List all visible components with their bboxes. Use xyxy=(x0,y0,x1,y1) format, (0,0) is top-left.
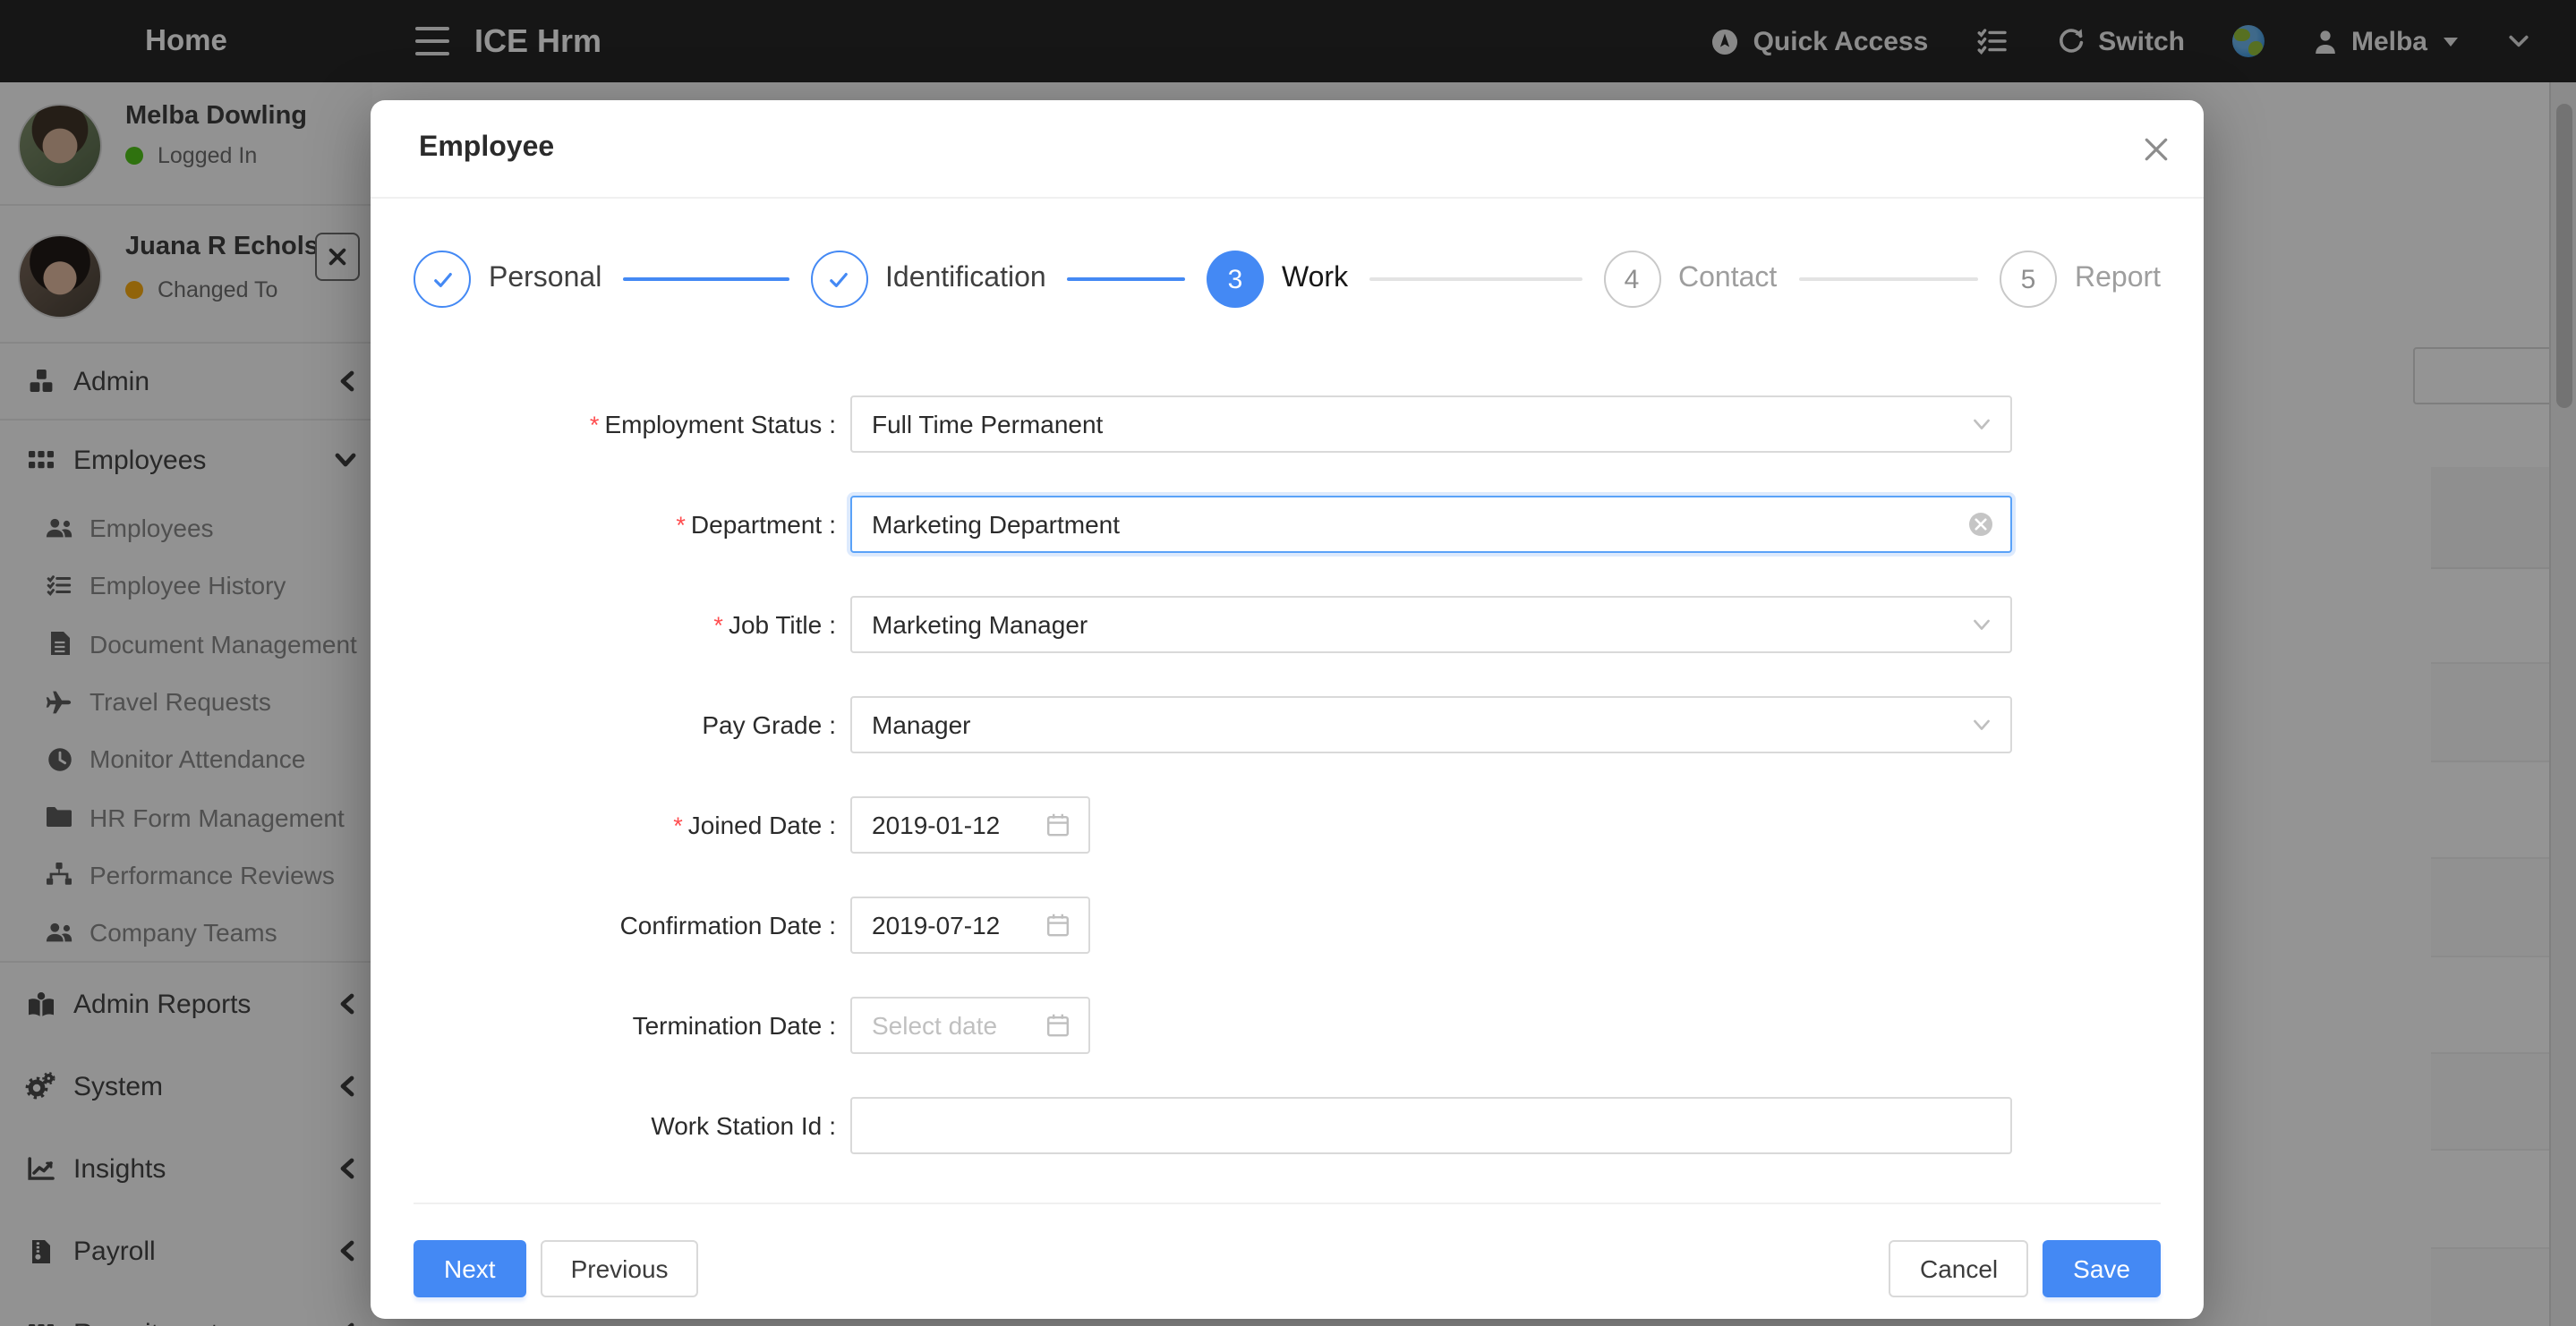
step-work[interactable]: 3 Work xyxy=(1207,251,1603,308)
step-connector xyxy=(1369,278,1582,281)
select-job-title[interactable]: Marketing Manager xyxy=(850,596,2012,653)
field-label: Termination Date xyxy=(414,1011,836,1040)
field-value: Marketing Department xyxy=(872,497,1120,551)
field-label: *Employment Status xyxy=(414,410,836,438)
wizard-steps: Personal Identification 3 Work 4 Contact 5 Repo… xyxy=(414,251,2161,308)
step-number: 3 xyxy=(1207,251,1264,308)
datepicker-confirmation-date[interactable]: 2019-07-12 xyxy=(850,897,1090,954)
required-mark: * xyxy=(590,412,600,438)
clear-icon[interactable] xyxy=(1969,513,1992,536)
calendar-icon xyxy=(1045,1013,1070,1038)
calendar-icon xyxy=(1045,812,1070,837)
field-label: Work Station Id xyxy=(414,1111,836,1140)
step-report[interactable]: 5 Report xyxy=(2000,251,2161,308)
step-title: Report xyxy=(2075,263,2161,295)
field-value: 2019-01-12 xyxy=(872,798,1000,852)
field-label: *Department xyxy=(414,510,836,539)
step-title: Personal xyxy=(489,263,601,295)
step-identification[interactable]: Identification xyxy=(810,251,1207,308)
field-label: Confirmation Date xyxy=(414,911,836,939)
previous-button[interactable]: Previous xyxy=(541,1240,699,1297)
field-value: Manager xyxy=(872,698,971,752)
footer-divider xyxy=(414,1203,2161,1204)
step-connector xyxy=(623,278,789,281)
step-number: 4 xyxy=(1603,251,1660,308)
work-form: *Employment Status Full Time Permanent *De… xyxy=(414,395,2012,1197)
step-contact[interactable]: 4 Contact xyxy=(1603,251,2000,308)
datepicker-joined-date[interactable]: 2019-01-12 xyxy=(850,796,1090,854)
form-row-work-station-id: Work Station Id xyxy=(414,1097,2012,1154)
required-mark: * xyxy=(713,612,723,639)
save-button[interactable]: Save xyxy=(2043,1240,2161,1297)
required-mark: * xyxy=(676,512,686,539)
select-employment-status[interactable]: Full Time Permanent xyxy=(850,395,2012,453)
next-button[interactable]: Next xyxy=(414,1240,526,1297)
employee-modal: Employee Personal Identification 3 Work 4 Con… xyxy=(371,100,2204,1319)
form-row-confirmation-date: Confirmation Date 2019-07-12 xyxy=(414,897,2012,954)
step-check-icon xyxy=(414,251,471,308)
input-work-station-id[interactable] xyxy=(850,1097,2012,1154)
calendar-icon xyxy=(1045,913,1070,938)
form-row-pay-grade: Pay Grade Manager xyxy=(414,696,2012,753)
field-value: Marketing Manager xyxy=(872,598,1088,651)
step-number: 5 xyxy=(2000,251,2057,308)
step-title: Contact xyxy=(1678,263,1777,295)
close-icon xyxy=(2142,135,2169,162)
field-label: *Joined Date xyxy=(414,811,836,839)
field-placeholder: Select date xyxy=(872,999,997,1052)
field-label: *Job Title xyxy=(414,610,836,639)
modal-footer: Next Previous Cancel Save xyxy=(414,1240,2161,1297)
field-label: Pay Grade xyxy=(414,710,836,739)
adorn xyxy=(1969,513,1992,536)
cancel-button[interactable]: Cancel xyxy=(1889,1240,2028,1297)
form-row-termination-date: Termination Date Select date xyxy=(414,997,2012,1054)
step-connector xyxy=(1798,278,1978,281)
chevron-down-icon xyxy=(1971,714,1992,735)
step-check-icon xyxy=(810,251,867,308)
modal-title: Employee xyxy=(419,100,554,197)
modal-header: Employee xyxy=(371,100,2204,199)
form-row-department: *Department Marketing Department xyxy=(414,496,2012,553)
datepicker-termination-date[interactable]: Select date xyxy=(850,997,1090,1054)
select-pay-grade[interactable]: Manager xyxy=(850,696,2012,753)
chevron-down-icon xyxy=(1971,614,1992,635)
modal-close-button[interactable] xyxy=(2136,129,2175,168)
chevron-down-icon xyxy=(1971,413,1992,435)
field-value: Full Time Permanent xyxy=(872,397,1103,451)
app-root: ext Search DeleteCopyDeleteCopyDeleteCop… xyxy=(0,0,2576,1326)
step-title: Identification xyxy=(885,263,1046,295)
field-value: 2019-07-12 xyxy=(872,898,1000,952)
form-row-joined-date: *Joined Date 2019-01-12 xyxy=(414,796,2012,854)
step-title: Work xyxy=(1282,263,1348,295)
form-row-job-title: *Job Title Marketing Manager xyxy=(414,596,2012,653)
step-personal[interactable]: Personal xyxy=(414,251,810,308)
form-row-employment-status: *Employment Status Full Time Permanent xyxy=(414,395,2012,453)
select-department[interactable]: Marketing Department xyxy=(850,496,2012,553)
required-mark: * xyxy=(673,812,683,839)
step-connector xyxy=(1068,278,1185,281)
